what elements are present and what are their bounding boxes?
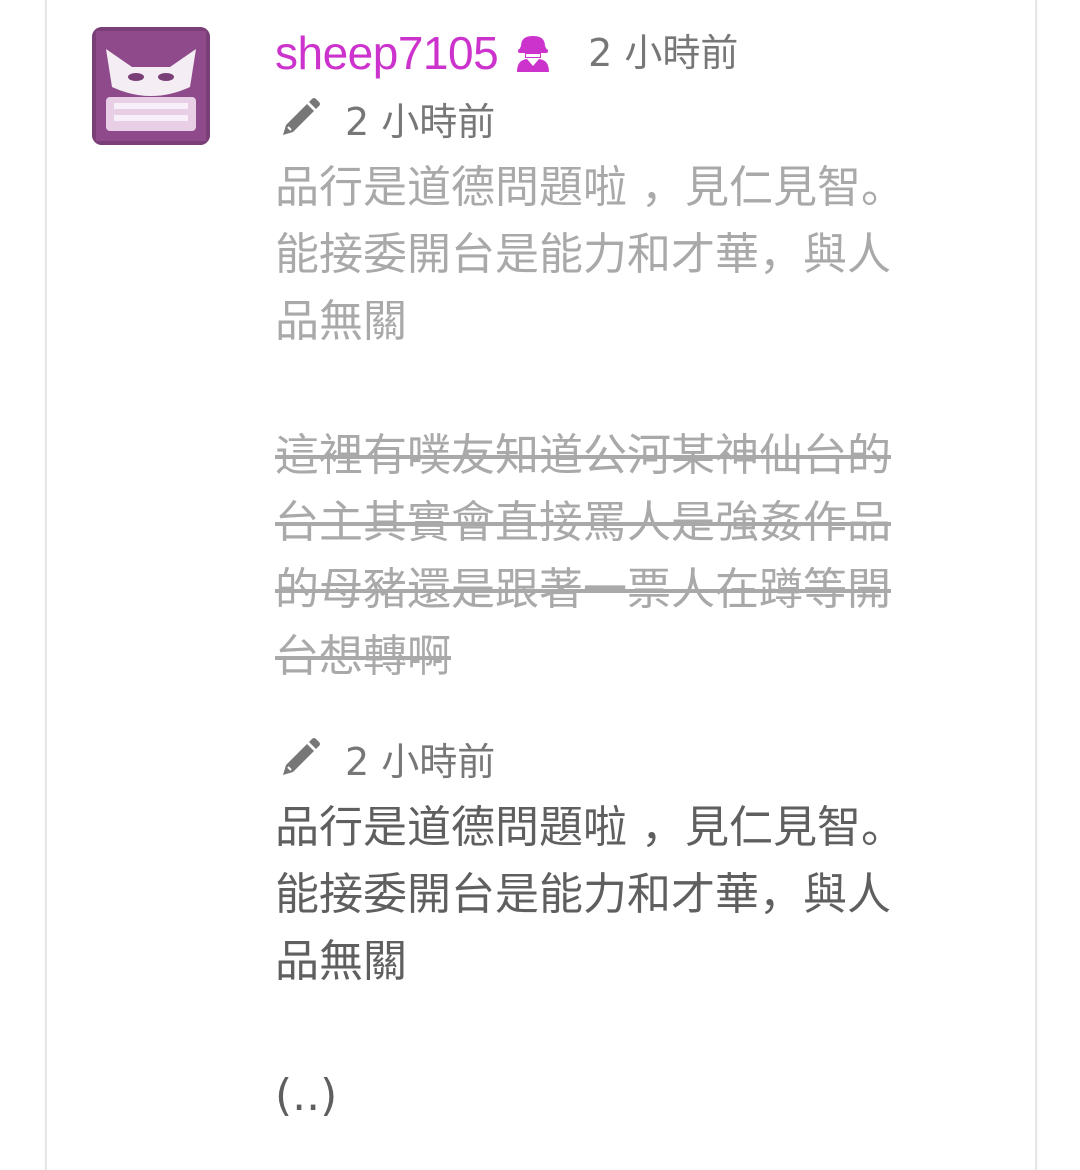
hacker-badge-icon xyxy=(512,32,554,74)
pencil-icon xyxy=(279,97,321,139)
post-time: 2 小時前 xyxy=(588,31,739,75)
struck-text-line: 台想轉啊 xyxy=(275,631,451,682)
struck-text-line: 台主其實會直接罵人是強姦作品 xyxy=(275,497,891,548)
response-header: sheep7105 2 小時前 xyxy=(275,20,955,86)
struck-text-line: 的母豬還是跟著一票人在蹲等開 xyxy=(275,564,891,615)
text-line: 品行是道德問題啦 ，見仁見智。 xyxy=(275,162,905,213)
username[interactable]: sheep7105 xyxy=(275,20,499,86)
response-content: sheep7105 2 小時前 2 小時前 品行是道德問題啦 ，見仁見智。 能接… xyxy=(275,20,955,1129)
text-line: 品無關 xyxy=(275,296,407,347)
text-line: 能接委開台是能力和才華，與人 xyxy=(275,869,891,920)
edit-time: 2 小時前 xyxy=(345,739,496,784)
previous-revision-text: 品行是道德問題啦 ，見仁見智。 能接委開台是能力和才華，與人 品無關 這裡有噗友… xyxy=(275,154,955,690)
pencil-icon xyxy=(279,737,321,779)
edit-history-row: 2 小時前 xyxy=(275,88,955,148)
text-line: 能接委開台是能力和才華，與人 xyxy=(275,229,891,280)
trailing-emoticon: (..) xyxy=(275,1070,338,1121)
struck-text-line: 這裡有噗友知道公河某神仙台的 xyxy=(275,430,891,481)
text-line: 品行是道德問題啦 ，見仁見智。 xyxy=(275,802,905,853)
edit-history-row: 2 小時前 xyxy=(275,728,955,788)
avatar[interactable] xyxy=(92,27,210,145)
current-revision-text: 品行是道德問題啦 ，見仁見智。 能接委開台是能力和才華，與人 品無關 (..) xyxy=(275,794,955,1129)
avatar-image xyxy=(92,27,210,145)
text-line: 品無關 xyxy=(275,936,407,987)
edit-time: 2 小時前 xyxy=(345,99,496,144)
